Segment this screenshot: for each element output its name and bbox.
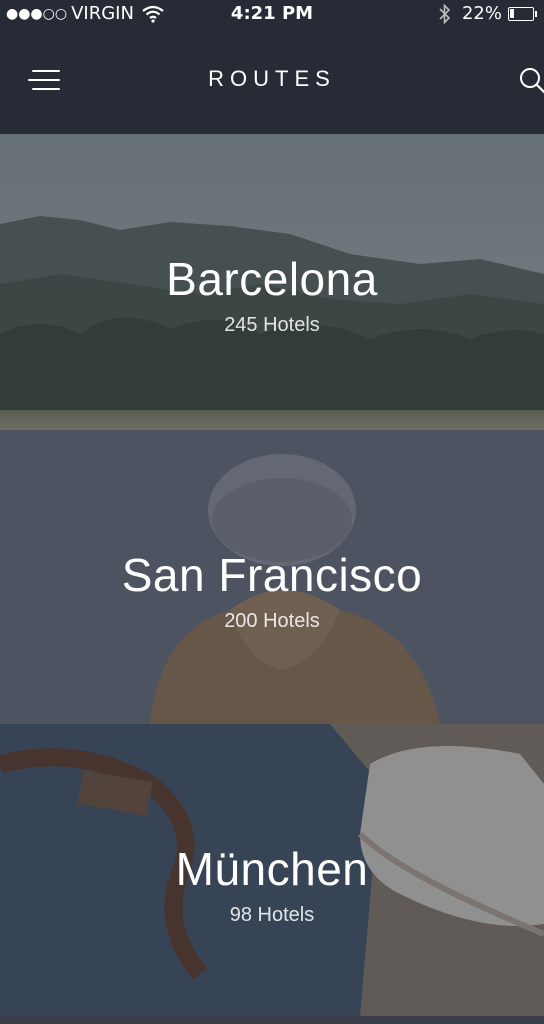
route-hotel-count: 200 Hotels bbox=[224, 610, 320, 632]
route-hotel-count: 98 Hotels bbox=[229, 904, 315, 926]
search-icon[interactable] bbox=[518, 66, 544, 96]
route-city-name: Barcelona bbox=[166, 253, 378, 305]
navigation-bar: ROUTES bbox=[0, 30, 544, 134]
status-bar: ●●●○○ VIRGIN 4:21 PM 22% bbox=[0, 0, 544, 30]
battery-percent: 22% bbox=[461, 3, 502, 24]
route-city-name: München bbox=[175, 843, 369, 895]
route-city-name: San Francisco bbox=[121, 549, 423, 601]
battery-icon bbox=[508, 6, 538, 21]
bluetooth-icon bbox=[439, 3, 451, 24]
route-card-barcelona[interactable]: Barcelona 245 Hotels bbox=[0, 134, 544, 430]
route-card-san-francisco[interactable]: San Francisco 200 Hotels bbox=[0, 430, 544, 724]
route-hotel-count: 245 Hotels bbox=[224, 314, 320, 336]
battery-level-fill bbox=[510, 8, 515, 18]
status-right: 22% bbox=[438, 3, 538, 24]
page-title: ROUTES bbox=[208, 66, 336, 91]
next-card-edge bbox=[0, 1016, 544, 1024]
route-card-muenchen[interactable]: München 98 Hotels bbox=[0, 724, 544, 1016]
